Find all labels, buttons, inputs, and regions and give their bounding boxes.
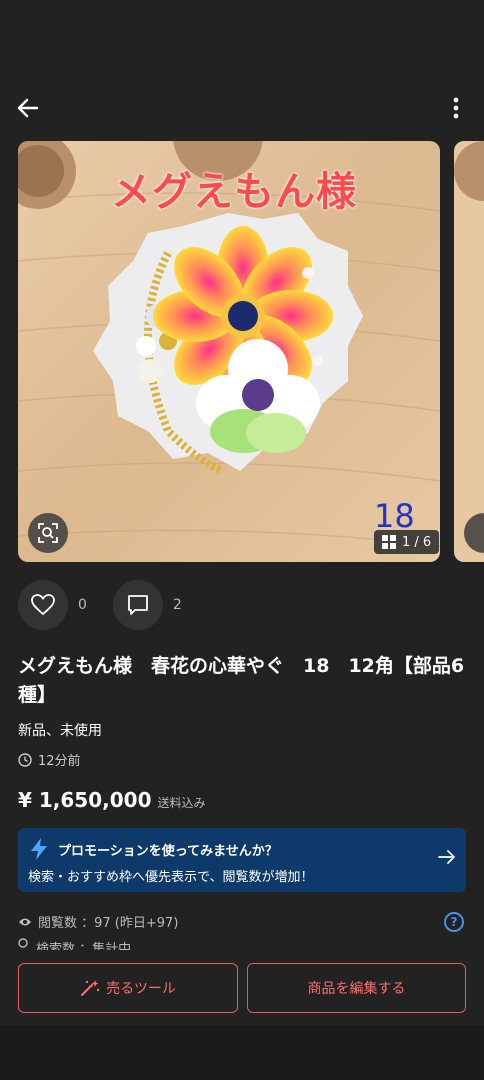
system-navigation-bar <box>0 1026 484 1080</box>
more-options-button[interactable] <box>442 94 470 122</box>
image-pager[interactable]: 1 / 6 <box>374 530 440 554</box>
promotion-subtitle: 検索・おすすめ枠へ優先表示で、閲覧数が増加！ <box>28 870 314 885</box>
grid-icon <box>382 535 396 549</box>
sell-tools-button[interactable]: 売るツール <box>18 963 238 1013</box>
views-text: 閲覧数 ：97 (昨日+97) <box>38 916 179 931</box>
scan-icon <box>38 523 58 543</box>
search-stats: 検索数 ：集計中 <box>18 938 131 950</box>
promotion-banner[interactable]: プロモーションを使ってみませんか？ 検索・おすすめ枠へ優先表示で、閲覧数が増加！ <box>18 828 466 892</box>
edit-item-label: 商品を編集する <box>307 981 406 997</box>
pager-text: 1 / 6 <box>402 534 432 550</box>
search-icon <box>18 938 28 948</box>
next-product-image <box>454 141 484 562</box>
arrow-left-icon <box>17 98 39 118</box>
back-button[interactable] <box>14 94 42 122</box>
eye-icon <box>19 918 31 925</box>
arrow-right-icon <box>438 850 455 864</box>
like-button[interactable] <box>18 580 68 630</box>
item-condition: 新品、未使用 <box>18 723 102 739</box>
help-icon[interactable]: ? <box>444 912 464 932</box>
photo-overlay-text: メグえもん様 <box>111 169 357 215</box>
edit-item-button[interactable]: 商品を編集する <box>247 963 466 1013</box>
price-block: ¥ 1,650,000 送料込み <box>18 788 206 812</box>
clock-icon <box>18 752 32 767</box>
image-search-button[interactable] <box>28 513 68 553</box>
posted-time: 12分前 <box>18 750 81 769</box>
comment-icon <box>128 595 148 615</box>
searches-text: 検索数 ：集計中 <box>36 942 132 950</box>
posted-time-text: 12分前 <box>38 754 81 769</box>
shipping-note: 送料込み <box>157 796 206 810</box>
next-photo-peek[interactable] <box>454 141 484 562</box>
sell-tools-label: 売るツール <box>106 981 176 997</box>
product-photo[interactable]: メグえもん様 18 1 / 6 <box>18 141 440 562</box>
comment-button[interactable] <box>112 580 163 630</box>
top-bar <box>0 86 484 132</box>
item-title: メグえもん様 春花の心華やぐ 18 12角【部品6種】 <box>18 655 465 706</box>
more-vertical-icon <box>453 97 459 119</box>
heart-icon <box>31 594 55 616</box>
reaction-bar: 0 2 <box>18 580 208 630</box>
price: ¥ 1,650,000 <box>18 788 152 812</box>
promotion-title: プロモーションを使ってみませんか？ <box>58 844 278 859</box>
bottom-action-bar: 売るツール 商品を編集する <box>0 950 484 1026</box>
view-stats: 閲覧数 ：97 (昨日+97) <box>18 912 178 931</box>
like-count: 0 <box>78 597 87 613</box>
magic-wand-icon <box>81 980 100 996</box>
status-bar <box>0 0 484 70</box>
lightning-icon <box>31 838 47 860</box>
comment-count: 2 <box>172 597 182 613</box>
